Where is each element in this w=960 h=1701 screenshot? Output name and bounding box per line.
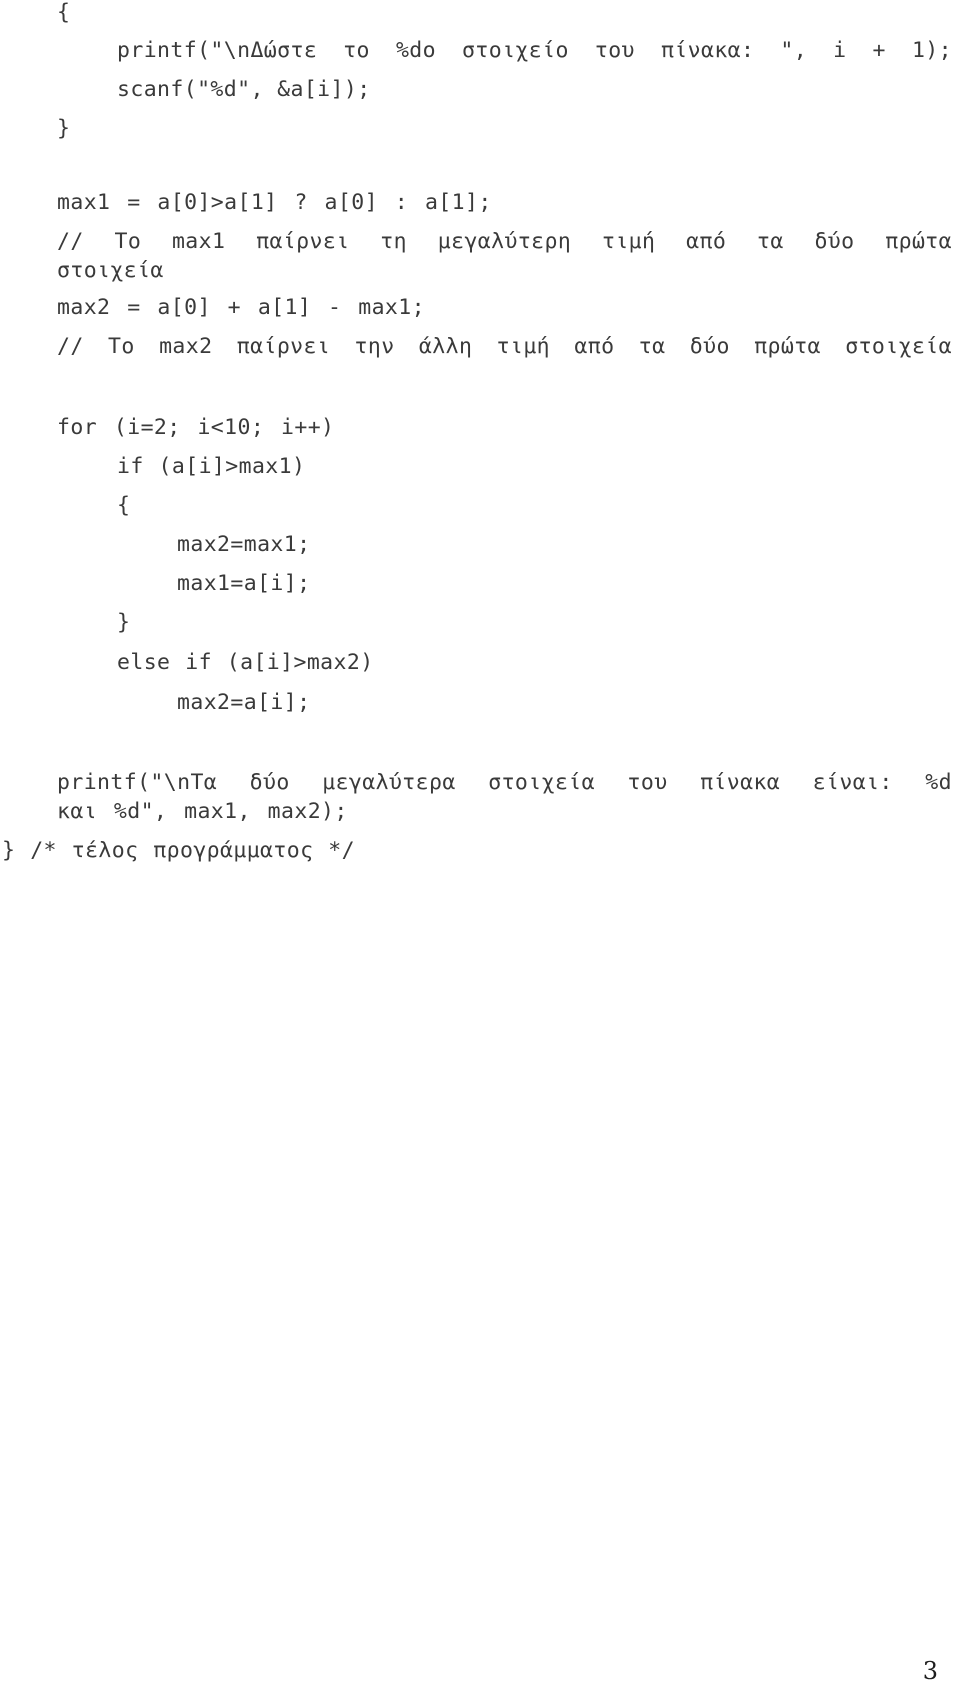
code-line-assign-max1-from-element: max1=a[i]; — [177, 571, 311, 596]
code-line-brace-close-program: } /* τέλος προγράμματος */ — [2, 838, 355, 863]
code-line-assign-max1-ternary: max1 = a[0]>a[1] ? a[0] : a[1]; — [57, 190, 492, 215]
code-line-assign-max2-from-element: max2=a[i]; — [177, 690, 311, 715]
code-line-brace-close-input-loop: } — [57, 116, 71, 141]
code-line-if-greater-max1: if (a[i]>max1) — [117, 454, 306, 479]
code-line-else-if-greater-max2: else if (a[i]>max2) — [117, 650, 374, 675]
code-line-brace-open-if: { — [117, 493, 131, 518]
code-line-for-loop-header: for (i=2; i<10; i++) — [57, 415, 335, 440]
page-number: 3 — [922, 1657, 938, 1685]
code-line-comment-max1-cont: στοιχεία — [57, 258, 164, 283]
code-line-brace-open-input-loop: { — [57, 0, 71, 25]
code-line-printf-result-cont: και %d", max1, max2); — [57, 799, 348, 824]
document-page: { printf("\nΔώστε το %do στοιχείο του πίν… — [0, 0, 960, 1701]
code-line-assign-max2-sum-minus: max2 = a[0] + a[1] - max1; — [57, 295, 425, 320]
code-line-comment-max1: // Το max1 παίρνει τη μεγαλύτερη τιμή απ… — [57, 229, 952, 254]
code-line-printf-prompt-element: printf("\nΔώστε το %do στοιχείο του πίνα… — [117, 38, 952, 63]
code-line-scanf-read-element: scanf("%d", &a[i]); — [117, 77, 371, 102]
code-line-assign-max2-from-max1: max2=max1; — [177, 532, 311, 557]
code-line-comment-max2: // Το max2 παίρνει την άλλη τιμή από τα … — [57, 334, 952, 359]
code-line-brace-close-if: } — [117, 610, 131, 635]
code-line-printf-result: printf("\nΤα δύο μεγαλύτερα στοιχεία του… — [57, 770, 952, 795]
